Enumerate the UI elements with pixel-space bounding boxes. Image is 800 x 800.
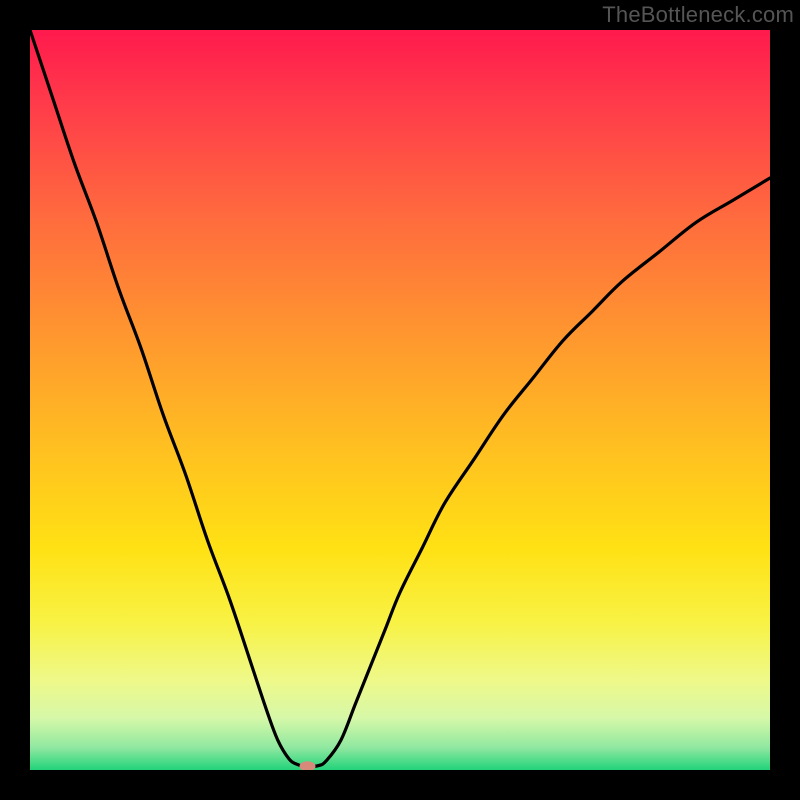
gradient-background [30,30,770,770]
watermark-text: TheBottleneck.com [602,2,794,28]
plot-area [30,30,770,770]
chart-svg [30,30,770,770]
chart-frame: TheBottleneck.com [0,0,800,800]
